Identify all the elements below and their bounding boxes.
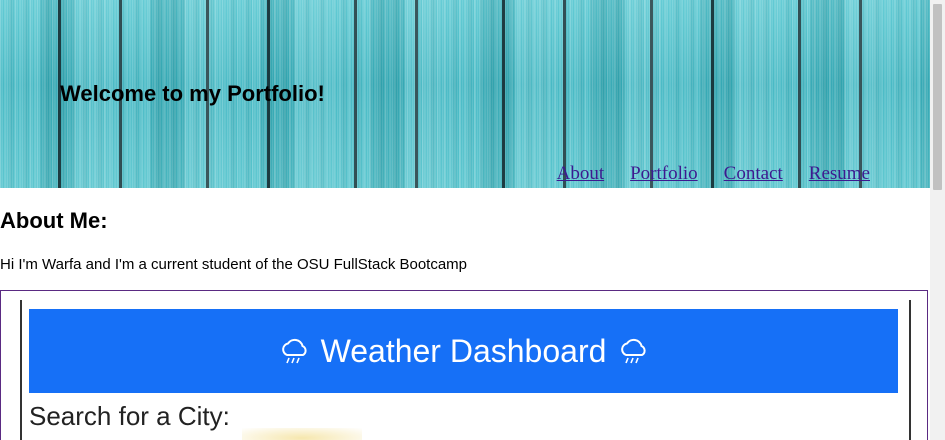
weather-dashboard-title: Weather Dashboard xyxy=(320,332,607,369)
about-text: Hi I'm Warfa and I'm a current student o… xyxy=(0,256,468,273)
project-screenshot[interactable]: Weather Dashboard Search for a City: xyxy=(20,300,911,440)
about-heading: About Me: xyxy=(0,208,108,233)
nav-link-resume[interactable]: Resume xyxy=(809,163,870,185)
vertical-scrollbar[interactable] xyxy=(930,0,945,440)
main-nav: About Portfolio Contact Resume xyxy=(557,163,870,185)
search-city-label: Search for a City: xyxy=(29,401,230,431)
weather-dashboard-banner: Weather Dashboard xyxy=(29,309,898,393)
nav-link-portfolio[interactable]: Portfolio xyxy=(630,163,698,185)
scrollbar-thumb[interactable] xyxy=(933,4,942,190)
nav-link-contact[interactable]: Contact xyxy=(724,163,783,185)
page: Welcome to my Portfolio! About Portfolio… xyxy=(0,0,930,440)
nav-link-about[interactable]: About xyxy=(557,163,605,185)
site-title: Welcome to my Portfolio! xyxy=(60,81,325,106)
header-banner: Welcome to my Portfolio! About Portfolio… xyxy=(0,0,930,188)
project-card[interactable]: Weather Dashboard Search for a City: xyxy=(0,290,928,440)
cloud-rain-icon xyxy=(618,337,648,365)
cloud-rain-icon xyxy=(279,337,309,365)
search-input-hint xyxy=(242,428,362,440)
